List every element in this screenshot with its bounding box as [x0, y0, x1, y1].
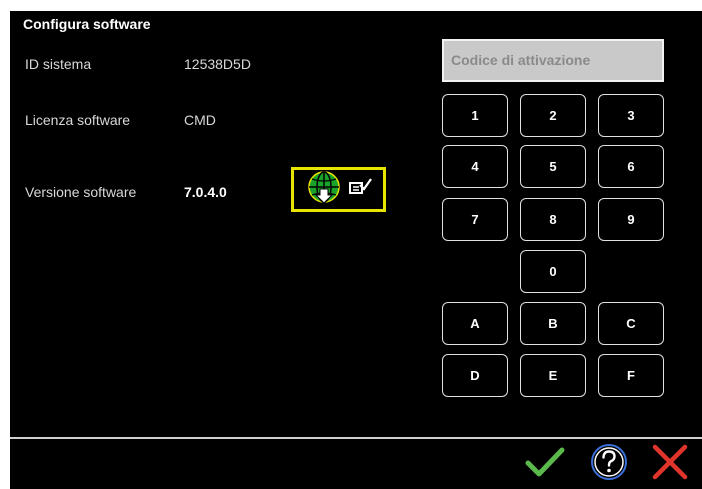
key-4[interactable]: 4: [442, 145, 508, 188]
help-icon: [589, 442, 629, 487]
cancel-icon: [650, 442, 690, 487]
key-3[interactable]: 3: [598, 94, 664, 137]
page-title: Configura software: [23, 16, 151, 32]
checklist-icon: [348, 177, 372, 202]
activation-code-field[interactable]: Codice di attivazione: [442, 39, 664, 82]
help-button[interactable]: [587, 442, 631, 486]
key-0[interactable]: 0: [520, 250, 586, 293]
system-id-value: 12538D5D: [184, 56, 251, 72]
key-8[interactable]: 8: [520, 198, 586, 241]
key-b[interactable]: B: [520, 302, 586, 345]
key-1[interactable]: 1: [442, 94, 508, 137]
version-label: Versione software: [25, 184, 137, 200]
key-e[interactable]: E: [520, 354, 586, 397]
system-id-label: ID sistema: [25, 56, 92, 72]
key-5[interactable]: 5: [520, 145, 586, 188]
key-c[interactable]: C: [598, 302, 664, 345]
software-update-button[interactable]: [291, 167, 386, 212]
key-6[interactable]: 6: [598, 145, 664, 188]
cancel-button[interactable]: [648, 442, 692, 486]
globe-download-icon: [306, 169, 342, 210]
key-a[interactable]: A: [442, 302, 508, 345]
key-7[interactable]: 7: [442, 198, 508, 241]
version-value: 7.0.4.0: [184, 184, 227, 200]
license-label: Licenza software: [25, 112, 131, 128]
license-value: CMD: [184, 112, 216, 128]
confirm-check-icon: [525, 446, 565, 483]
key-2[interactable]: 2: [520, 94, 586, 137]
confirm-button[interactable]: [523, 442, 567, 486]
software-config-screen: Configura software ID sistema 12538D5D L…: [10, 11, 702, 489]
key-d[interactable]: D: [442, 354, 508, 397]
key-9[interactable]: 9: [598, 198, 664, 241]
key-f[interactable]: F: [598, 354, 664, 397]
footer-bar: [10, 439, 702, 489]
